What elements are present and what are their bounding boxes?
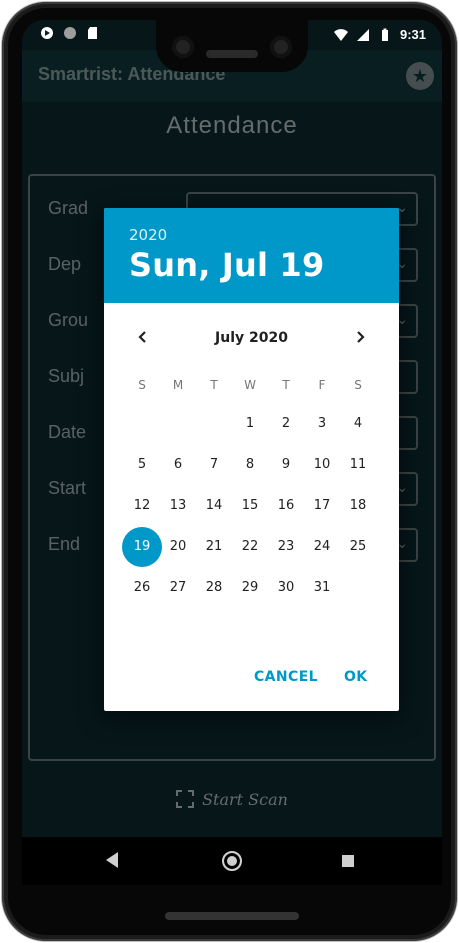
weekday-label: T — [210, 378, 218, 392]
front-camera-icon — [270, 36, 292, 58]
sd-card-icon — [88, 27, 97, 39]
calendar-day[interactable]: 24 — [302, 527, 342, 567]
calendar-grid: 1 2 3 4 5 6 7 8 9 10 11 12 13 14 15 16 17 18 19 20 21 22 23 24 2… — [122, 404, 379, 624]
calendar-day[interactable]: 8 — [230, 445, 270, 485]
calendar-day[interactable]: 9 — [266, 445, 306, 485]
calendar-day[interactable]: 20 — [158, 527, 198, 567]
bottom-speaker — [165, 912, 299, 920]
chevron-right-icon[interactable] — [349, 326, 371, 348]
calendar-day[interactable]: 5 — [122, 445, 162, 485]
calendar-day[interactable]: 14 — [194, 486, 234, 526]
calendar-day[interactable]: 26 — [122, 568, 162, 608]
calendar-day[interactable]: 7 — [194, 445, 234, 485]
calendar-day[interactable]: 28 — [194, 568, 234, 608]
month-navigation: July 2020 — [104, 324, 399, 354]
back-icon[interactable] — [106, 852, 118, 868]
weekday-label: W — [244, 378, 256, 392]
circle-icon — [64, 27, 76, 39]
calendar-day[interactable]: 4 — [338, 404, 378, 444]
calendar-day[interactable]: 1 — [230, 404, 270, 444]
signal-icon — [356, 28, 369, 41]
home-icon[interactable] — [222, 851, 242, 871]
calendar-day[interactable]: 6 — [158, 445, 198, 485]
calendar-day[interactable]: 3 — [302, 404, 342, 444]
date-picker-header: 2020 Sun, Jul 19 — [104, 208, 399, 303]
calendar-day[interactable]: 27 — [158, 568, 198, 608]
ok-button[interactable]: OK — [344, 669, 368, 685]
play-store-icon — [41, 27, 53, 39]
calendar-day[interactable]: 31 — [302, 568, 342, 608]
calendar-day[interactable]: 29 — [230, 568, 270, 608]
weekday-label: S — [354, 378, 362, 392]
weekday-label: M — [172, 378, 184, 392]
calendar-day[interactable]: 2 — [266, 404, 306, 444]
status-right-icons: 9:31 — [333, 27, 426, 42]
calendar-day[interactable]: 15 — [230, 486, 270, 526]
weekday-header: SMTWTFS — [124, 378, 379, 394]
calendar-day[interactable]: 18 — [338, 486, 378, 526]
calendar-day-selected[interactable]: 19 — [122, 527, 162, 567]
calendar-day[interactable]: 21 — [194, 527, 234, 567]
calendar-day[interactable]: 25 — [338, 527, 378, 567]
calendar-day[interactable]: 11 — [338, 445, 378, 485]
calendar-day[interactable]: 30 — [266, 568, 306, 608]
calendar-day[interactable]: 10 — [302, 445, 342, 485]
calendar-day[interactable]: 22 — [230, 527, 270, 567]
dialog-actions: CANCEL OK — [104, 669, 399, 689]
calendar-day[interactable]: 23 — [266, 527, 306, 567]
next-month-arrow — [357, 331, 365, 343]
cancel-button[interactable]: CANCEL — [254, 669, 318, 685]
calendar-day[interactable]: 17 — [302, 486, 342, 526]
status-time: 9:31 — [399, 27, 426, 42]
calendar-day[interactable]: 16 — [266, 486, 306, 526]
weekday-label: T — [282, 378, 290, 392]
wifi-icon — [333, 28, 348, 41]
date-picker-dialog: 2020 Sun, Jul 19 July 2020 SMTWTFS 12345… — [104, 208, 399, 711]
calendar-day[interactable]: 13 — [158, 486, 198, 526]
phone-frame: Smartrist: Attendance ★ Attendance Grad … — [2, 2, 457, 941]
navigation-bar — [22, 837, 442, 885]
battery-icon — [381, 28, 388, 41]
camera-notch — [156, 20, 308, 72]
year-selector[interactable]: 2020 — [129, 226, 167, 244]
recents-icon[interactable] — [342, 855, 354, 867]
weekday-label: F — [318, 378, 326, 392]
earpiece — [206, 50, 258, 58]
calendar-day[interactable]: 12 — [122, 486, 162, 526]
device-screen: Smartrist: Attendance ★ Attendance Grad … — [22, 20, 442, 885]
weekday-label: S — [138, 378, 146, 392]
status-left-icons — [40, 26, 100, 40]
front-camera-icon — [172, 36, 194, 58]
selected-date-label[interactable]: Sun, Jul 19 — [129, 246, 324, 284]
